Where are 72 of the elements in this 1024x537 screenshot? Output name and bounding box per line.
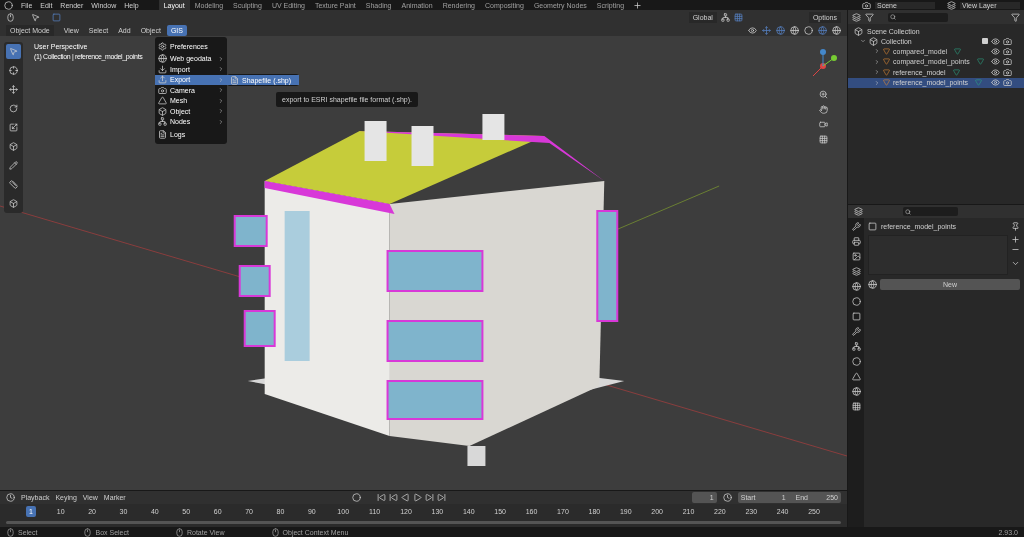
camera-view-icon[interactable]: [818, 120, 828, 129]
gear-icon[interactable]: [158, 41, 167, 51]
mouse-icon[interactable]: [174, 527, 184, 537]
mesh-data-icon: [954, 47, 962, 55]
mouse-icon[interactable]: [83, 527, 93, 537]
grid-icon[interactable]: [818, 135, 828, 144]
camera-icon[interactable]: [1003, 78, 1012, 88]
globe-icon[interactable]: [851, 282, 861, 291]
camera-icon[interactable]: [1003, 46, 1012, 56]
eye-icon[interactable]: [991, 57, 1000, 67]
eye-icon[interactable]: [991, 67, 1000, 77]
cube-icon[interactable]: [9, 142, 18, 151]
object-icon[interactable]: [868, 222, 877, 231]
mesh-data-icon: [976, 58, 984, 66]
visibility-icon[interactable]: [748, 25, 757, 35]
eye-icon[interactable]: [991, 78, 1000, 88]
collection-icon[interactable]: [854, 26, 863, 36]
properties-search-field[interactable]: [903, 207, 958, 216]
cube-icon[interactable]: [158, 106, 167, 116]
nodes-icon[interactable]: [158, 117, 167, 127]
add-slot-icon[interactable]: [1011, 235, 1020, 244]
mesh-data-icon: [952, 68, 960, 76]
globe-icon[interactable]: [158, 54, 167, 64]
jump-start-icon[interactable]: [376, 493, 386, 502]
outliner-search-field[interactable]: [888, 12, 948, 22]
rotate-icon[interactable]: [9, 104, 18, 113]
play-icon[interactable]: [412, 493, 422, 502]
collection-checkbox[interactable]: [982, 38, 988, 44]
search-icon: [905, 208, 911, 215]
crosshair-icon[interactable]: [9, 66, 18, 75]
wrench-icon[interactable]: [851, 222, 861, 231]
circle-icon[interactable]: [851, 297, 861, 306]
triangle-icon[interactable]: [158, 96, 167, 106]
scale-icon[interactable]: [9, 123, 18, 132]
stopwatch-icon[interactable]: [722, 493, 732, 502]
camera-icon[interactable]: [1003, 36, 1012, 46]
printer-icon[interactable]: [851, 237, 861, 246]
ruler-icon[interactable]: [9, 180, 18, 189]
material-browse-icon[interactable]: [868, 280, 877, 289]
image-icon[interactable]: [851, 252, 861, 261]
jump-end-icon[interactable]: [436, 493, 446, 502]
filter-mode-icon[interactable]: [865, 12, 874, 22]
camera-icon[interactable]: [1003, 57, 1012, 67]
pin-icon[interactable]: [1011, 222, 1020, 231]
previous-keyframe-icon[interactable]: [388, 493, 398, 502]
square-icon[interactable]: [851, 312, 861, 321]
solid-shading-icon[interactable]: [804, 25, 813, 35]
pencil-icon[interactable]: [9, 161, 18, 170]
zoom-icon[interactable]: [818, 90, 828, 99]
eye-icon[interactable]: [991, 46, 1000, 56]
move-icon[interactable]: [9, 85, 18, 94]
add-cube-icon[interactable]: [9, 199, 18, 208]
filter-icon[interactable]: [1011, 12, 1020, 22]
document-icon[interactable]: [158, 129, 167, 139]
app-logo-icon[interactable]: [4, 0, 13, 10]
camera-icon[interactable]: [1003, 67, 1012, 77]
hand-icon[interactable]: [818, 105, 828, 114]
mouse-icon[interactable]: [6, 527, 15, 537]
select-tool-icon[interactable]: [31, 12, 40, 22]
mesh-data-icon: [975, 79, 983, 87]
layers-icon[interactable]: [851, 267, 861, 276]
play-reverse-icon[interactable]: [400, 493, 410, 502]
timeline-scrollbar[interactable]: [6, 521, 841, 524]
camera-icon[interactable]: [158, 85, 167, 95]
next-keyframe-icon[interactable]: [424, 493, 434, 502]
mouse-icon[interactable]: [270, 527, 280, 537]
record-icon[interactable]: [351, 493, 361, 502]
add-tab-icon[interactable]: [633, 0, 643, 10]
search-icon: [890, 14, 896, 20]
eye-icon[interactable]: [991, 36, 1000, 46]
download-icon[interactable]: [158, 64, 167, 74]
collection-icon[interactable]: [869, 36, 878, 46]
